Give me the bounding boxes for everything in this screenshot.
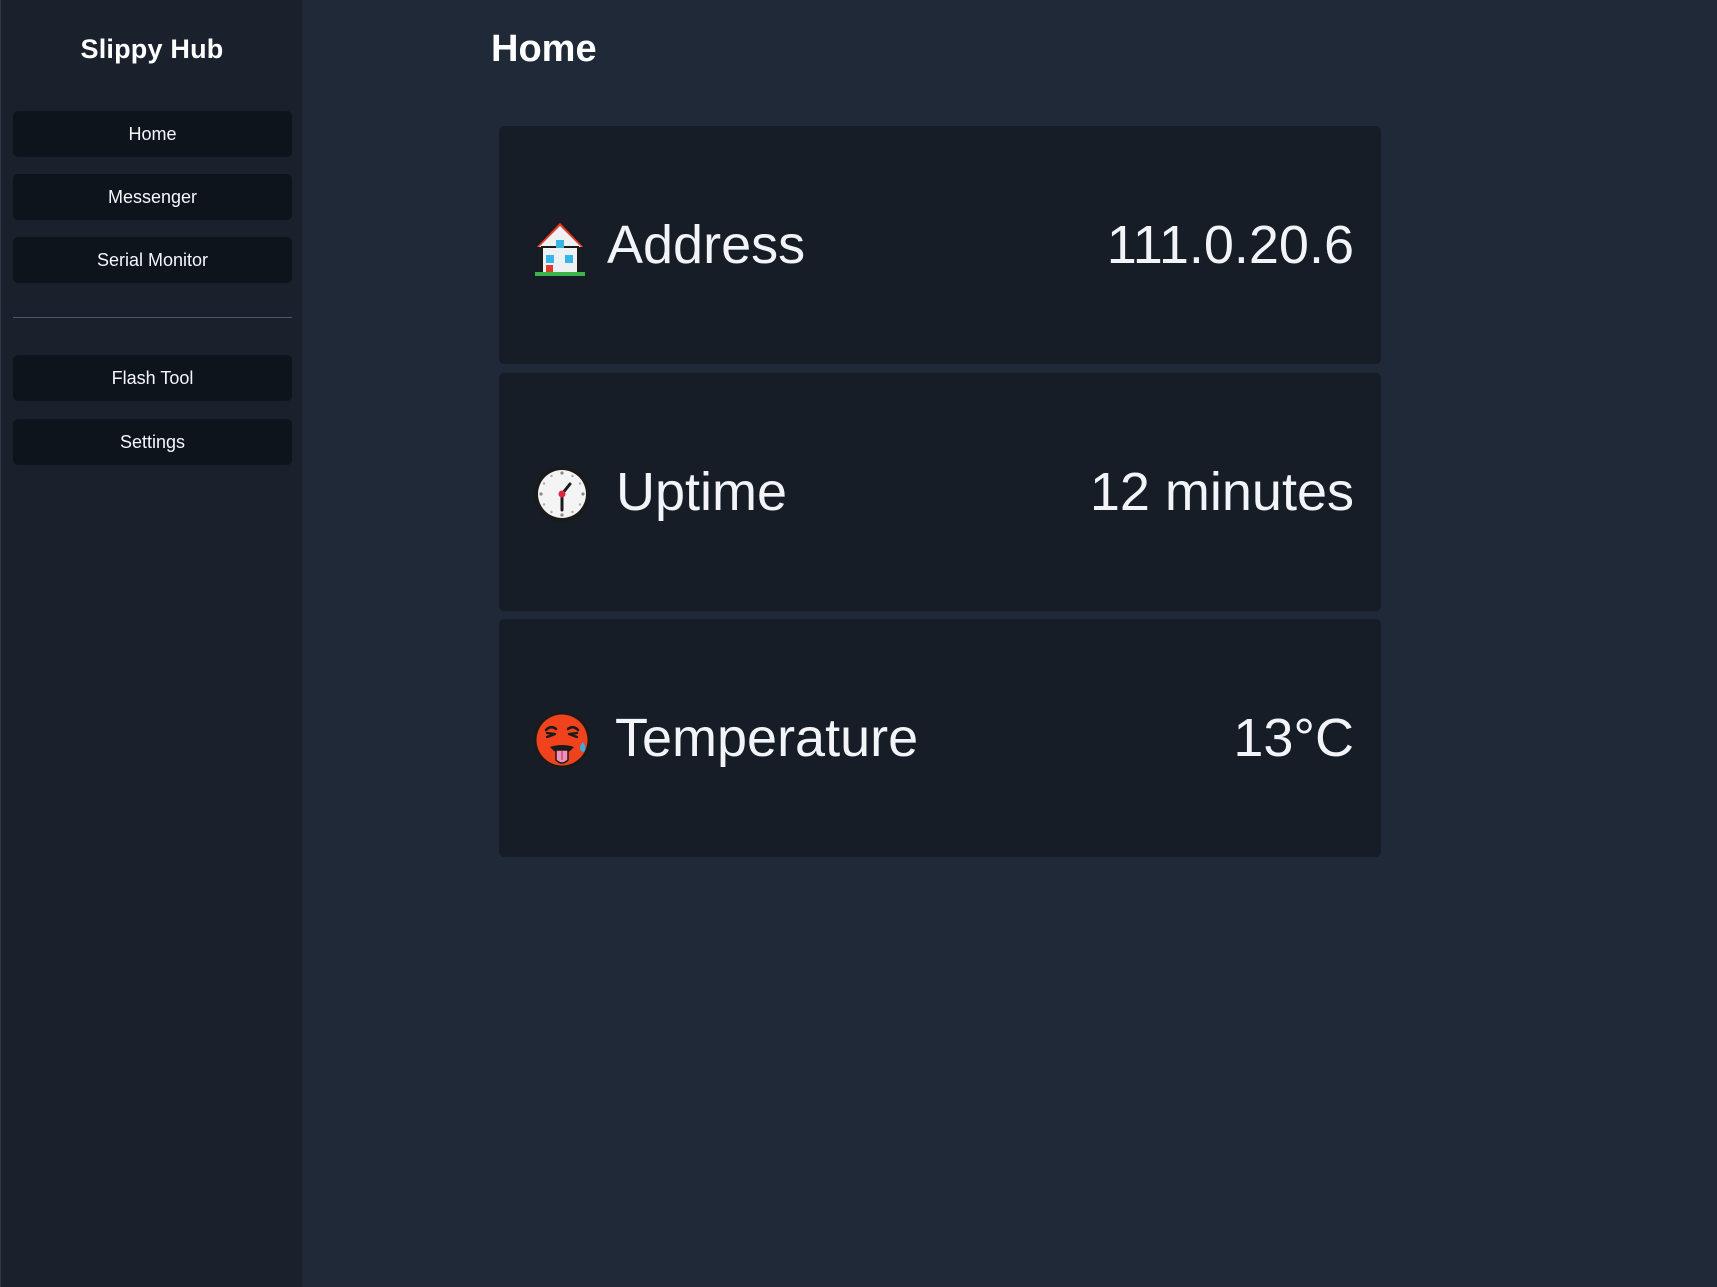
nav-messenger-button[interactable]: Messenger <box>13 174 292 220</box>
brand-title: Slippy Hub <box>80 34 224 64</box>
uptime-card: Uptime 12 minutes <box>499 373 1381 611</box>
app-window: Slippy Hub Home Messenger Serial Monitor… <box>0 0 1717 1287</box>
house-icon <box>532 218 590 276</box>
nav-settings-button[interactable]: Settings <box>13 419 292 465</box>
clock-icon <box>532 464 590 522</box>
nav-serial-monitor-button[interactable]: Serial Monitor <box>13 237 292 283</box>
page-title: Home <box>491 28 597 70</box>
sidebar: Slippy Hub Home Messenger Serial Monitor… <box>0 0 302 1287</box>
nav-home-button[interactable]: Home <box>13 111 292 157</box>
temperature-label: Temperature <box>615 708 919 768</box>
temperature-card: Temperature 13°C <box>499 619 1381 857</box>
address-label: Address <box>607 215 806 275</box>
nav-flash-tool-button[interactable]: Flash Tool <box>13 355 292 401</box>
temperature-value: 13°C <box>1233 708 1354 768</box>
sidebar-divider <box>13 317 292 318</box>
address-card: Address 111.0.20.6 <box>499 126 1381 364</box>
uptime-label: Uptime <box>616 462 788 522</box>
hot-face-icon <box>532 710 590 768</box>
address-value: 111.0.20.6 <box>1106 215 1354 275</box>
uptime-value: 12 minutes <box>1089 462 1354 522</box>
